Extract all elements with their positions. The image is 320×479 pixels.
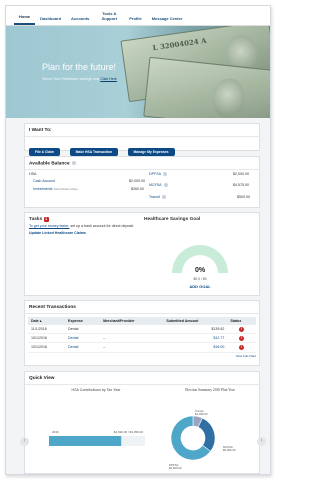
- election-summary-chart: Transit $1,000.00 DPFSA $2,000.00 MCFSA $5,00…: [169, 409, 236, 470]
- update-claims-link[interactable]: Update Linked Healthcare Claims: [25, 228, 140, 238]
- available-balance-heading: Available Balance: [25, 157, 259, 171]
- info-icon[interactable]: [71, 161, 76, 165]
- view-all-transactions-link[interactable]: View Full Chart: [28, 353, 256, 358]
- tasks-heading: Tasks 1: [29, 217, 49, 222]
- tab-dashboard[interactable]: Dashboard: [35, 16, 66, 26]
- tab-profile[interactable]: Profile: [124, 16, 146, 26]
- bar-2016: [49, 436, 122, 446]
- transactions-table: Date ▴ Expense Merchant/Provider Submitt…: [28, 317, 256, 353]
- hero-title: Plan for the future!: [42, 62, 117, 72]
- column-date[interactable]: Date ▴: [28, 317, 66, 325]
- savings-goal-panel: Healthcare Savings Goal 0% $0.0 / $0 ADD…: [140, 212, 260, 296]
- balance-investments-value: $260.00: [131, 187, 144, 191]
- balance-transit-value: $500.00: [237, 195, 250, 199]
- chevron-left-icon: ‹: [23, 438, 26, 444]
- balance-mcfsa-link[interactable]: MCFSA: [149, 183, 168, 188]
- hero-banner: L 32004024 A Plan for the future! Select…: [6, 26, 270, 118]
- balance-dpfsa-value: $2,000.00: [233, 172, 249, 176]
- pie-label-dpfsa: DPFSA $2,000.00: [169, 463, 182, 470]
- table-row[interactable]: 11/1/2016 Dental $139.82 !: [28, 325, 256, 335]
- table-row[interactable]: 10/1/2016 Dental -- $16.00 !: [28, 342, 256, 353]
- tasks-count-badge: 1: [43, 217, 49, 222]
- election-chart-title: Election Summary 2016 Plan Year: [185, 388, 235, 392]
- balance-dpfsa-link[interactable]: DPFSA: [149, 172, 167, 177]
- recent-transactions-panel: Recent Transactions Date ▴ Expense Merch…: [24, 300, 260, 366]
- pie-label-mcfsa: MCFSA $5,000.00: [223, 445, 236, 452]
- column-amount[interactable]: Submitted Amount: [163, 317, 228, 325]
- carousel-next-button[interactable]: ›: [257, 437, 266, 446]
- recent-transactions-heading: Recent Transactions: [25, 301, 259, 314]
- tab-tools-support[interactable]: Tools & Support: [94, 11, 124, 25]
- file-claim-button[interactable]: File A Claim: [29, 148, 61, 156]
- tab-message-center[interactable]: Message Center: [147, 16, 188, 26]
- available-balance-panel: Available Balance HSA Cash Account $2,00…: [24, 156, 260, 208]
- balance-investments-link[interactable]: Investments Total Market Value: [33, 187, 78, 191]
- savings-goal-heading: Healthcare Savings Goal: [144, 217, 201, 222]
- quick-view-heading: Quick View: [25, 372, 259, 385]
- status-alert-icon[interactable]: !: [239, 326, 245, 332]
- column-merchant[interactable]: Merchant/Provider: [100, 317, 164, 325]
- make-hsa-transaction-button[interactable]: Make HSA Transaction: [69, 148, 119, 156]
- i-want-to-panel: I Want To: File A Claim Make HSA Transac…: [24, 123, 260, 156]
- balance-cash-account-value: $2,000.00: [129, 179, 145, 183]
- bar-category-label: 2016: [52, 430, 59, 434]
- table-row[interactable]: 10/1/2016 Dental -- $12.77 !: [28, 333, 256, 344]
- status-alert-icon[interactable]: !: [239, 335, 245, 341]
- column-expense[interactable]: Expense: [65, 317, 101, 325]
- goal-amount: $0.0 / $0: [193, 277, 206, 281]
- hero-link[interactable]: Click Here: [100, 77, 117, 81]
- goal-percent: 0%: [195, 267, 206, 274]
- pie-label-transit: Transit $1,000.00: [195, 409, 208, 416]
- chevron-right-icon: ›: [260, 438, 263, 444]
- quick-view-panel: Quick View HSA Contributions by Tax Year…: [20, 371, 266, 474]
- pie-slice-dpfsa: [197, 417, 216, 452]
- i-want-to-heading: I Want To:: [25, 124, 259, 137]
- app-frame: Home Dashboard Accounts Tools & Support …: [5, 5, 271, 475]
- tab-accounts[interactable]: Accounts: [66, 16, 94, 26]
- tasks-panel: Tasks 1 To get your money faster, set up…: [24, 212, 140, 296]
- column-status[interactable]: Status: [227, 317, 256, 325]
- table-header-row: Date ▴ Expense Merchant/Provider Submitt…: [28, 317, 256, 325]
- manage-expenses-button[interactable]: Manage My Expenses: [127, 148, 175, 156]
- hero-subtitle: Select Your Healthcare savings now Click…: [42, 77, 117, 81]
- status-alert-icon[interactable]: !: [239, 344, 245, 350]
- top-nav: Home Dashboard Accounts Tools & Support …: [6, 6, 270, 26]
- balance-transit-link[interactable]: Transit: [149, 195, 166, 200]
- add-goal-link[interactable]: ADD GOAL: [189, 284, 211, 289]
- hsa-chart-title: HSA Contributions by Tax Year: [71, 388, 121, 392]
- hsa-contributions-chart: 2016 $2,520.00 / $3,350.00: [49, 430, 145, 446]
- direct-deposit-link[interactable]: To get your money faster,: [29, 224, 69, 228]
- balance-cash-account-link[interactable]: Cash Account: [33, 179, 55, 183]
- balance-hsa-label: HSA: [29, 172, 37, 176]
- tab-home[interactable]: Home: [14, 14, 36, 25]
- carousel-prev-button[interactable]: ‹: [20, 437, 29, 446]
- savings-goal-gauge: 0% $0.0 / $0 ADD GOAL: [172, 245, 228, 289]
- bar-value-label: $2,520.00 / $3,350.00: [114, 430, 144, 434]
- balance-mcfsa-value: $4,575.00: [233, 183, 249, 187]
